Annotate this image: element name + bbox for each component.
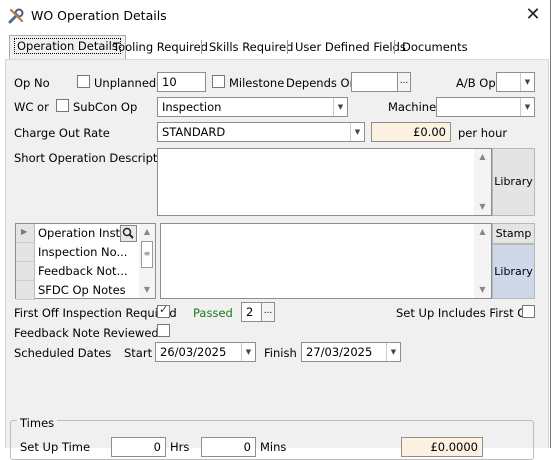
start-label: Start [124,346,153,360]
hrs-label: Hrs [170,440,190,454]
chevron-down-icon: ▼ [350,123,364,141]
notes-library-button[interactable]: Library [492,244,535,299]
depends-on-input[interactable] [351,72,398,92]
finish-date-picker[interactable]: 27/03/2025 ▼ [301,342,401,362]
finish-label: Finish [264,346,297,360]
start-date-picker[interactable]: 26/03/2025 ▼ [155,342,256,362]
scroll-up-icon[interactable]: ▲ [474,149,491,165]
scroll-up-icon[interactable]: ▲ [474,224,491,240]
tools-app-icon [8,8,24,24]
notes-row[interactable]: ▶ Operation Inst... [16,224,155,243]
notes-row[interactable]: Feedback Not... [16,262,155,281]
depends-on-lookup-button[interactable]: ... [397,72,411,92]
tab-user-defined-fields[interactable]: User Defined Fields [291,37,410,58]
charge-out-rate-select[interactable]: STANDARD ▼ [157,122,365,142]
tab-strip: Operation Details Tooling Required Skill… [0,35,550,59]
notes-textarea[interactable]: ▲ ▼ [160,223,492,299]
notes-type-grid: ▶ Operation Inst... Inspection No... Fee… [15,223,156,300]
tab-separator [201,40,202,54]
machine-select[interactable]: ▼ [436,97,535,117]
rate-value-field: £0.00 [371,122,451,142]
charge-out-rate-label: Charge Out Rate [14,126,110,140]
depends-on-label: Depends On [286,76,357,90]
setup-time-label: Set Up Time [20,440,91,454]
chevron-down-icon: ▼ [333,98,347,116]
scroll-down-icon[interactable]: ▼ [474,199,491,215]
row-selector [16,281,35,300]
ab-op-select[interactable]: ▼ [496,72,535,92]
feedback-note-reviewed-label: Feedback Note Reviewed [14,326,159,340]
op-no-label: Op No [14,76,50,90]
notes-grid-scrollbar[interactable]: ▲ ≡ ▼ [139,224,155,298]
wc-or-label: WC or [14,100,49,114]
wo-operation-details-window: WO Operation Details ✕ Operation Details… [0,0,551,460]
ab-op-label: A/B Op [456,76,496,90]
times-group-label: Times [17,416,58,430]
notes-row[interactable]: SFDC Op Notes [16,281,155,300]
op-no-input[interactable]: 10 [157,72,206,92]
stamp-button[interactable]: Stamp [492,223,535,244]
search-icon[interactable] [120,225,137,242]
short-description-textarea[interactable]: ▲ ▼ [157,148,492,216]
row-selector: ▶ [16,224,35,243]
chevron-down-icon: ▼ [241,343,255,361]
setup-mins-input[interactable]: 0 [201,437,256,457]
tab-documents[interactable]: Documents [398,37,472,58]
subcon-op-label: SubCon Op [73,100,138,114]
setup-cost-field: £0.0000 [401,437,483,457]
chevron-down-icon: ▼ [520,98,534,116]
unplanned-label: Unplanned [94,76,157,90]
notes-row-label: Operation Inst... [38,226,132,240]
chevron-down-icon: ▼ [386,343,400,361]
setup-includes-first-off-label: Set Up Includes First Off [396,306,535,320]
tab-skills-required[interactable]: Skills Required [205,37,297,58]
passed-count-input[interactable]: 2 [241,302,262,322]
first-off-inspection-label: First Off Inspection Required [14,306,177,320]
per-hour-label: per hour [458,126,508,140]
setup-hours-input[interactable]: 0 [111,437,166,457]
row-selector [16,243,35,262]
notes-row-label: SFDC Op Notes [38,283,126,297]
row-selector [16,262,35,281]
tab-separator [287,40,288,54]
milestone-checkbox[interactable] [212,75,225,88]
scroll-down-icon[interactable]: ▼ [474,282,491,298]
window-title: WO Operation Details [31,8,167,23]
current-row-arrow-icon: ▶ [21,227,28,236]
notes-scrollbar[interactable]: ▲ ▼ [474,224,491,298]
chevron-down-icon: ▼ [520,73,534,91]
work-centre-select[interactable]: Inspection ▼ [157,97,348,117]
scroll-thumb[interactable]: ≡ [141,241,153,268]
tab-separator [394,40,395,54]
subcon-op-checkbox[interactable] [56,99,69,112]
tab-tooling-required[interactable]: Tooling Required [109,37,212,58]
machine-label: Machine [388,100,437,114]
first-off-inspection-checkbox[interactable] [157,303,170,318]
notes-row-label: Feedback Not... [38,264,128,278]
scheduled-dates-label: Scheduled Dates [14,346,112,360]
setup-includes-first-off-checkbox[interactable] [522,305,535,318]
mins-label: Mins [260,440,287,454]
scroll-up-icon[interactable]: ▲ [139,224,155,240]
close-icon[interactable]: ✕ [521,4,545,28]
short-description-scrollbar[interactable]: ▲ ▼ [474,149,491,215]
feedback-note-reviewed-checkbox[interactable] [157,324,170,337]
short-description-label: Short Operation Description [14,151,175,165]
title-bar: WO Operation Details ✕ [0,0,550,32]
milestone-label: Milestone [229,76,285,90]
scroll-down-icon[interactable]: ▼ [139,282,155,298]
passed-label: Passed [193,306,233,320]
passed-lookup-button[interactable]: ... [261,302,275,322]
short-description-library-button[interactable]: Library [492,148,535,216]
notes-row-label: Inspection No... [38,245,128,259]
notes-row[interactable]: Inspection No... [16,243,155,262]
unplanned-checkbox[interactable] [77,75,90,88]
